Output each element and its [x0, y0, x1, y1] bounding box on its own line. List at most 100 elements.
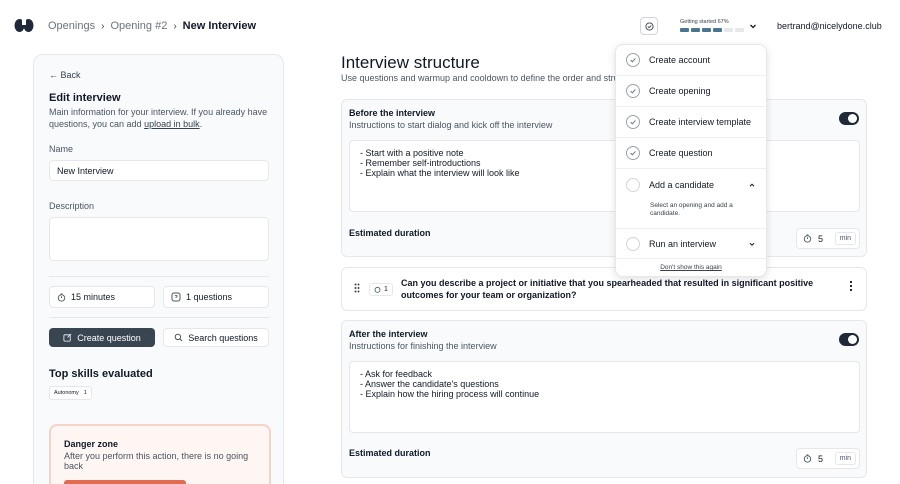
getting-started-progress: [680, 28, 744, 32]
gs-item-label: Create account: [649, 55, 711, 65]
name-label: Name: [49, 144, 74, 154]
check-circle-icon: [626, 115, 640, 129]
dont-show-again-link[interactable]: Don't show this again: [616, 264, 766, 271]
question-number-badge: 1: [369, 283, 393, 296]
getting-started-icon-button[interactable]: [640, 17, 658, 35]
search-questions-button[interactable]: Search questions: [163, 328, 269, 347]
danger-zone: Danger zone After you perform this actio…: [49, 424, 271, 484]
skill-name: Autonomy: [54, 390, 79, 396]
skill-chip: Autonomy 1: [49, 386, 92, 400]
empty-circle-icon: [626, 177, 640, 192]
delete-interview-button[interactable]: [64, 480, 186, 484]
before-toggle[interactable]: [839, 112, 859, 125]
check-circle-icon: [626, 53, 640, 67]
panel-description-end: .: [199, 119, 203, 129]
stopwatch-icon: [803, 454, 812, 463]
progress-segment: [724, 28, 733, 32]
search-icon: [174, 333, 183, 342]
breadcrumb-current: New Interview: [182, 20, 257, 32]
edit-icon: [63, 333, 72, 342]
before-instructions-input[interactable]: - Start with a positive note - Remember …: [349, 140, 860, 212]
logo-icon[interactable]: [14, 18, 34, 33]
stopwatch-icon: [374, 286, 381, 293]
gs-item-create-interview-template[interactable]: Create interview template: [616, 107, 766, 138]
duration-value: 15 minutes: [71, 292, 116, 302]
gs-item-label: Create question: [649, 148, 713, 158]
chevron-right-icon: ›: [101, 20, 105, 32]
gs-item-run-interview[interactable]: Run an interview: [616, 228, 766, 259]
after-duration-input[interactable]: 5 min: [796, 448, 860, 469]
before-duration-unit: min: [834, 232, 856, 245]
stopwatch-icon: [803, 234, 812, 243]
progress-segment: [691, 28, 700, 32]
instruction-line: - Explain what the interview will look l…: [360, 168, 520, 178]
progress-segment: [680, 28, 689, 32]
create-question-button[interactable]: Create question: [49, 328, 155, 347]
chevron-down-icon[interactable]: [748, 21, 758, 31]
back-button[interactable]: ← Back: [49, 70, 81, 80]
getting-started-label[interactable]: Getting started 67%: [680, 19, 729, 25]
breadcrumb-opening[interactable]: Opening #2: [110, 20, 167, 32]
instruction-line: - Start with a positive note: [360, 148, 464, 158]
instruction-line: - Answer the candidate's questions: [360, 379, 499, 389]
empty-circle-icon: [626, 236, 640, 251]
description-input[interactable]: [49, 217, 269, 261]
description-label: Description: [49, 201, 95, 211]
edit-interview-panel: ← Back Edit interview Main information f…: [33, 54, 284, 484]
gs-item-label: Create opening: [649, 86, 711, 96]
search-questions-label: Search questions: [188, 332, 258, 343]
user-email[interactable]: bertrand@nicelydone.club: [777, 21, 882, 31]
after-duration-unit: min: [834, 452, 856, 465]
before-interview-card: Before the interview Instructions to sta…: [341, 99, 867, 257]
page-subtitle: Use questions and warmup and cooldown to…: [341, 73, 616, 83]
progress-segment: [702, 28, 711, 32]
arrow-left-icon: ←: [49, 70, 58, 80]
after-subtitle: Instructions for finishing the interview: [349, 341, 497, 351]
instruction-line: - Explain how the hiring process will co…: [360, 389, 540, 399]
panel-title: Edit interview: [49, 92, 121, 104]
create-question-label: Create question: [77, 332, 141, 343]
name-value: New Interview: [57, 165, 114, 176]
progress-segment: [713, 28, 722, 32]
gs-item-label: Run an interview: [649, 238, 717, 249]
danger-zone-title: Danger zone: [64, 439, 119, 449]
gs-item-create-question[interactable]: Create question: [616, 138, 766, 169]
panel-description: Main information for your interview. If …: [49, 106, 274, 130]
before-duration-value: 5: [818, 233, 824, 244]
check-circle-icon: [626, 84, 640, 98]
name-input[interactable]: New Interview: [49, 160, 269, 181]
gs-item-help: Select an opening and add a candidate.: [650, 202, 733, 217]
questions-stat: 1 questions: [163, 286, 269, 308]
check-circle-icon: [644, 21, 654, 31]
chevron-down-icon: [749, 242, 755, 246]
gs-item-label: Add a candidate: [649, 179, 715, 190]
check-circle-icon: [626, 146, 640, 160]
skill-count: 1: [83, 390, 87, 396]
question-text: Can you describe a project or initiative…: [401, 278, 814, 300]
after-interview-card: After the interview Instructions for fin…: [341, 320, 867, 478]
breadcrumb: Openings › Opening #2 › New Interview: [48, 20, 256, 32]
question-card[interactable]: 1 Can you describe a project or initiati…: [341, 267, 867, 311]
progress-segment: [735, 28, 744, 32]
back-label: Back: [60, 70, 81, 80]
getting-started-dropdown: Create account Create opening Create int…: [615, 44, 767, 277]
after-instructions-input[interactable]: - Ask for feedback - Answer the candidat…: [349, 361, 860, 433]
chevron-right-icon: ›: [173, 20, 177, 32]
more-vertical-icon[interactable]: [848, 279, 854, 293]
breadcrumb-openings[interactable]: Openings: [48, 20, 95, 32]
before-duration-input[interactable]: 5 min: [796, 228, 860, 249]
after-title: After the interview: [349, 329, 428, 339]
gs-item-create-account[interactable]: Create account: [616, 45, 766, 76]
after-toggle[interactable]: [839, 333, 859, 346]
gs-item-create-opening[interactable]: Create opening: [616, 76, 766, 107]
instruction-line: - Ask for feedback: [360, 369, 433, 379]
before-estimated-duration-label: Estimated duration: [349, 228, 431, 238]
question-circle-icon: [171, 292, 181, 302]
before-title: Before the interview: [349, 108, 436, 118]
after-estimated-duration-label: Estimated duration: [349, 448, 431, 458]
upload-in-bulk-link[interactable]: upload in bulk: [144, 119, 200, 129]
gs-item-add-candidate[interactable]: Add a candidate: [616, 169, 766, 200]
page-title: Interview structure: [341, 53, 480, 72]
question-number: 1: [384, 286, 388, 293]
drag-handle-icon[interactable]: [354, 283, 360, 293]
